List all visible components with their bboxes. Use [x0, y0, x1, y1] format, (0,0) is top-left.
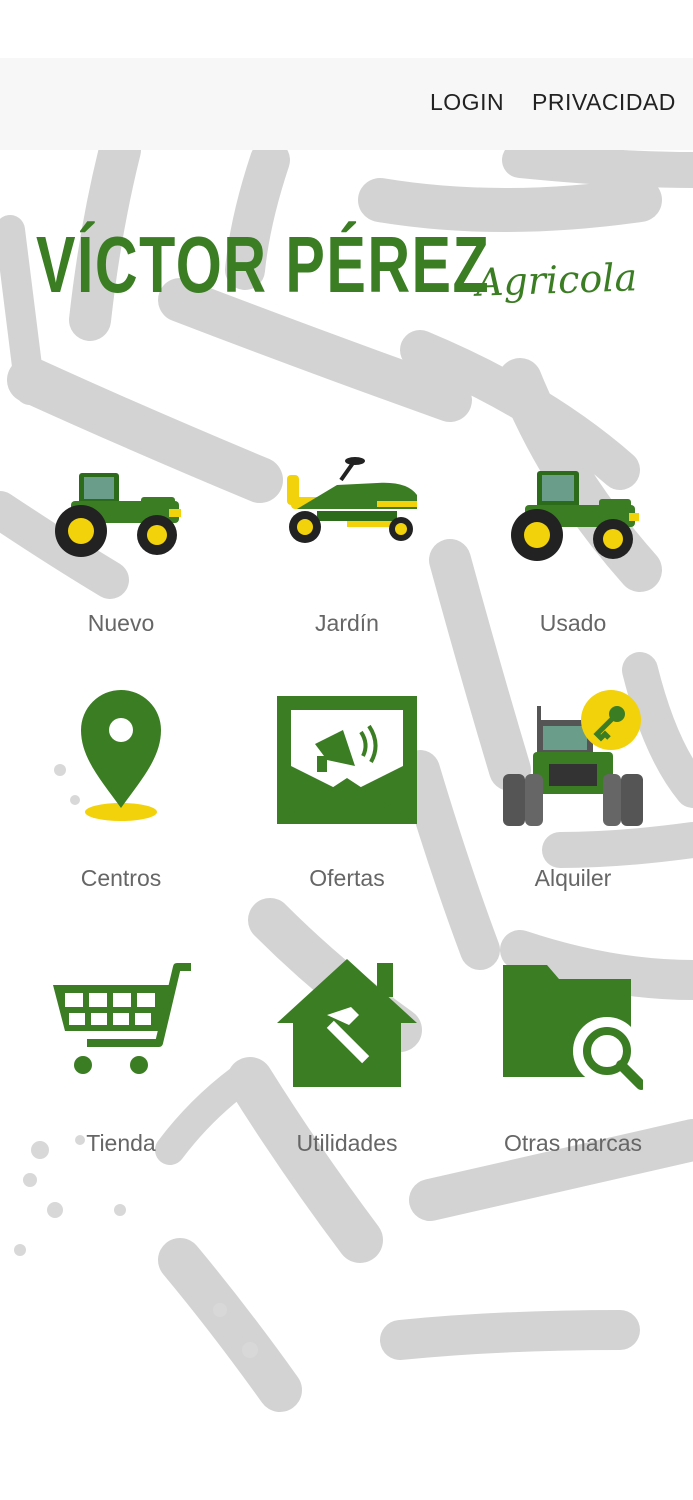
menu-label: Otras marcas: [503, 1130, 643, 1156]
menu-label: Tienda: [86, 1130, 156, 1156]
menu-tile-alquiler[interactable]: Alquiler: [468, 690, 678, 925]
menu-tile-utilidades[interactable]: Utilidades: [242, 955, 452, 1190]
menu-tile-nuevo[interactable]: Nuevo: [16, 435, 226, 670]
menu-label: Utilidades: [296, 1130, 398, 1156]
tractor-key-icon: [503, 690, 643, 830]
privacy-link[interactable]: PRIVACIDAD: [532, 89, 676, 115]
home-content: VÍCTOR PÉREZ Agricola Nuevo Jardín Usado…: [0, 150, 693, 1415]
menu-tile-usado[interactable]: Usado: [468, 435, 678, 670]
tractor-icon: [503, 435, 643, 575]
lawn-mower-icon: [277, 435, 417, 575]
folder-search-icon: [503, 955, 643, 1095]
megaphone-envelope-icon: [277, 690, 417, 830]
menu-tile-tienda[interactable]: Tienda: [16, 955, 226, 1190]
login-link[interactable]: LOGIN: [430, 89, 504, 115]
shopping-cart-icon: [51, 955, 191, 1095]
menu-label: Jardín: [315, 610, 379, 636]
menu-tile-otras-marcas[interactable]: Otras marcas: [468, 955, 678, 1190]
menu-label: Centros: [80, 865, 162, 891]
menu-label: Nuevo: [87, 610, 155, 636]
house-hammer-icon: [277, 955, 417, 1095]
menu-tile-jardin[interactable]: Jardín: [242, 435, 452, 670]
menu-label: Alquiler: [534, 865, 612, 891]
brand-logo: VÍCTOR PÉREZ Agricola: [36, 220, 666, 330]
brand-subtitle: Agricola: [475, 255, 638, 305]
menu-label: Usado: [539, 610, 607, 636]
menu-tile-ofertas[interactable]: Ofertas: [242, 690, 452, 925]
menu-label: Ofertas: [309, 865, 385, 891]
location-pin-icon: [51, 690, 191, 830]
brand-name: VÍCTOR PÉREZ: [36, 220, 491, 309]
menu-tile-centros[interactable]: Centros: [16, 690, 226, 925]
tractor-icon: [51, 435, 191, 575]
